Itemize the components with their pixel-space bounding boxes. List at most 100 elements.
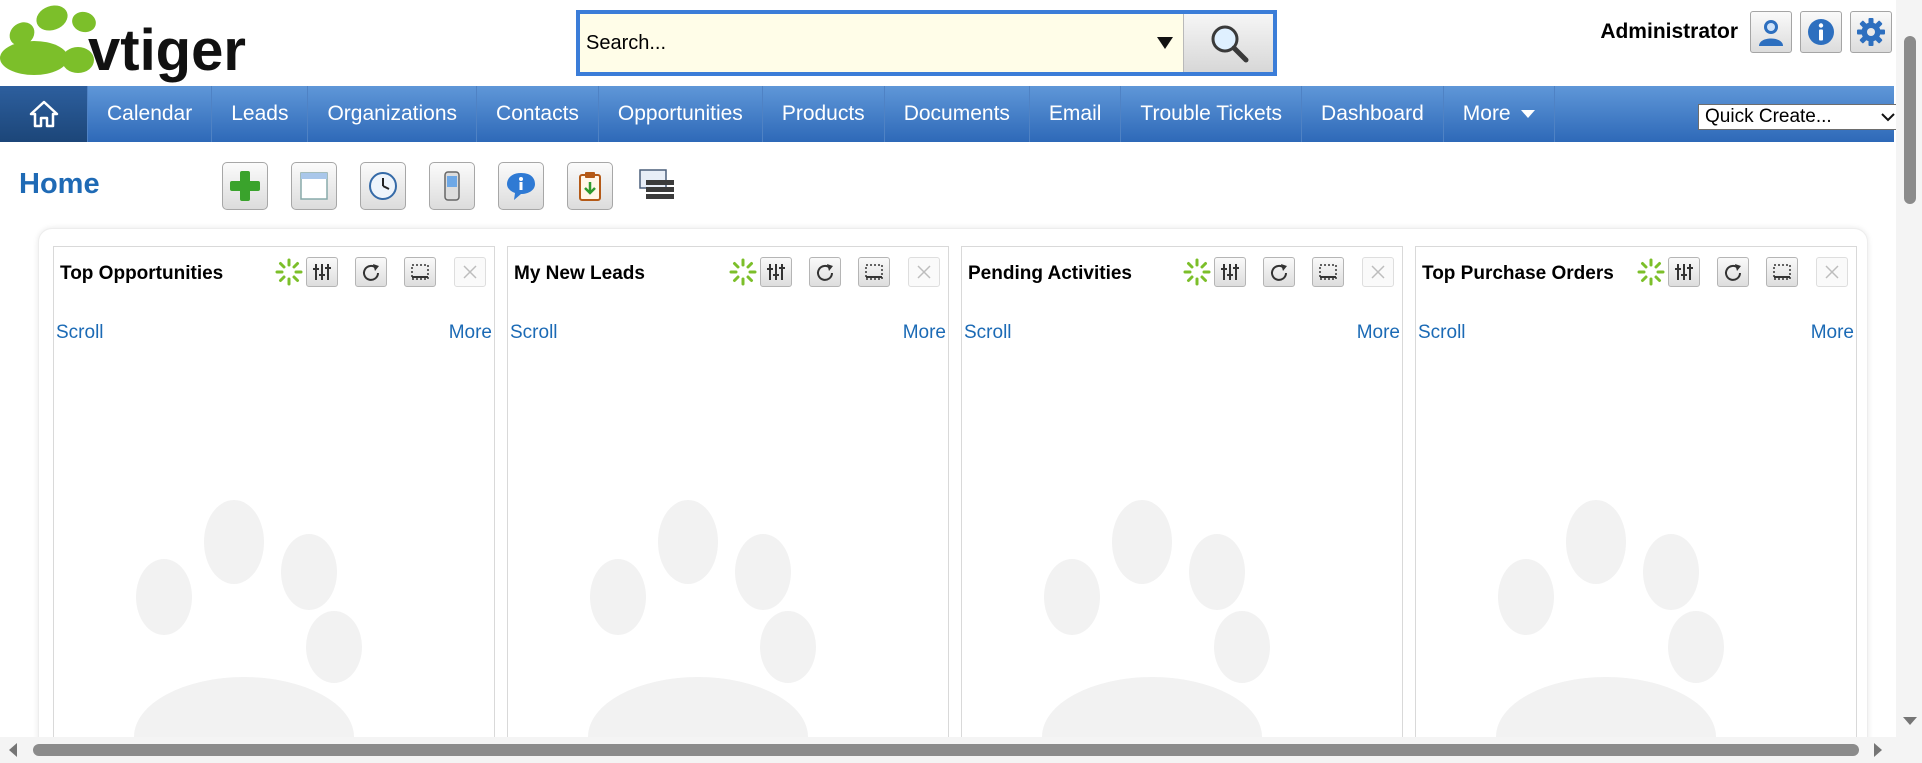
widget-top-purchase-orders: Top Purchase Orders Scroll More: [1415, 246, 1857, 763]
resize-icon: [865, 264, 883, 280]
logo-wordmark: vtiger: [88, 18, 246, 83]
change-layout-button[interactable]: [636, 162, 682, 210]
mobile-device-icon: [444, 171, 460, 201]
nav-more-label: More: [1462, 102, 1511, 125]
widget-settings-button[interactable]: [306, 257, 338, 287]
widget-title: Top Purchase Orders: [1422, 263, 1614, 284]
widget-resize-button[interactable]: [858, 257, 890, 287]
widget-more-link[interactable]: More: [449, 322, 492, 344]
scroll-down-arrow-icon[interactable]: [1903, 717, 1917, 725]
widget-more-link[interactable]: More: [1357, 322, 1400, 344]
quick-create-label: Quick Create...: [1705, 106, 1832, 127]
nav-item-leads[interactable]: Leads: [212, 86, 309, 142]
close-icon: [917, 265, 931, 279]
widget-title: My New Leads: [514, 263, 645, 284]
vertical-scrollbar[interactable]: [1896, 0, 1922, 737]
sliders-icon: [1221, 264, 1239, 280]
notebook-button[interactable]: [498, 162, 544, 210]
widget-close-button[interactable]: [1362, 257, 1394, 287]
refresh-icon: [1271, 264, 1287, 281]
vertical-scroll-thumb[interactable]: [1904, 36, 1916, 204]
search-input[interactable]: [580, 14, 1147, 72]
widget-close-button[interactable]: [908, 257, 940, 287]
page-title: Home: [19, 168, 100, 200]
widget-scroll-link[interactable]: Scroll: [510, 322, 558, 344]
sliders-icon: [313, 264, 331, 280]
widget-toolbar: [1636, 257, 1848, 287]
widget-refresh-button[interactable]: [1263, 257, 1295, 287]
horizontal-scrollbar[interactable]: [0, 737, 1922, 763]
settings-button[interactable]: [1850, 11, 1892, 53]
scroll-left-arrow-icon[interactable]: [9, 743, 17, 757]
widget-my-new-leads: My New Leads Scroll More: [507, 246, 949, 763]
add-call-button[interactable]: [429, 162, 475, 210]
nav-home-button[interactable]: [0, 86, 88, 142]
widget-close-button[interactable]: [1816, 257, 1848, 287]
main-nav-bar: Calendar Leads Organizations Contacts Op…: [0, 86, 1894, 142]
widget-settings-button[interactable]: [1668, 257, 1700, 287]
info-button[interactable]: [1800, 11, 1842, 53]
paw-watermark-icon: [134, 500, 362, 763]
search-module-dropdown[interactable]: [1147, 14, 1183, 72]
widget-scroll-link[interactable]: Scroll: [964, 322, 1012, 344]
widget-refresh-button[interactable]: [1717, 257, 1749, 287]
nav-more-menu[interactable]: More: [1444, 86, 1555, 142]
calendar-window-icon: [300, 172, 328, 200]
widget-more-link[interactable]: More: [1811, 322, 1854, 344]
nav-item-email[interactable]: Email: [1030, 86, 1122, 142]
widget-title: Pending Activities: [968, 263, 1132, 284]
loading-spinner-icon: [274, 257, 304, 287]
user-area: Administrator: [1600, 10, 1892, 54]
widget-top-opportunities: Top Opportunities Scroll More: [53, 246, 495, 763]
layout-list-icon: [639, 169, 674, 199]
resize-icon: [1319, 264, 1337, 280]
close-icon: [1371, 265, 1385, 279]
import-button[interactable]: [567, 162, 613, 210]
global-search: [576, 10, 1277, 76]
quick-create-select[interactable]: Quick Create...: [1698, 104, 1902, 130]
caret-down-icon: [1157, 37, 1173, 49]
home-toolbar: [222, 162, 682, 210]
widget-resize-button[interactable]: [1766, 257, 1798, 287]
widget-settings-button[interactable]: [1214, 257, 1246, 287]
user-profile-icon: [1759, 20, 1783, 46]
user-profile-button[interactable]: [1750, 11, 1792, 53]
resize-icon: [1773, 264, 1791, 280]
widget-scroll-link[interactable]: Scroll: [56, 322, 104, 344]
nav-item-organizations[interactable]: Organizations: [308, 86, 478, 142]
add-window-button[interactable]: [291, 162, 337, 210]
widget-close-button[interactable]: [454, 257, 486, 287]
add-event-button[interactable]: [360, 162, 406, 210]
close-icon: [1825, 265, 1839, 279]
vtiger-logo[interactable]: vtiger: [0, 0, 310, 86]
widget-pending-activities: Pending Activities Scroll More: [961, 246, 1403, 763]
widget-scroll-link[interactable]: Scroll: [1418, 322, 1466, 344]
home-icon: [29, 100, 58, 128]
nav-item-contacts[interactable]: Contacts: [477, 86, 599, 142]
horizontal-scroll-thumb[interactable]: [33, 744, 1859, 756]
nav-item-dashboard[interactable]: Dashboard: [1302, 86, 1444, 142]
scroll-right-arrow-icon[interactable]: [1874, 743, 1882, 757]
widget-more-link[interactable]: More: [903, 322, 946, 344]
add-widget-button[interactable]: [222, 162, 268, 210]
widget-settings-button[interactable]: [760, 257, 792, 287]
widget-toolbar: [274, 257, 486, 287]
widget-refresh-button[interactable]: [809, 257, 841, 287]
chevron-down-icon: [1881, 113, 1895, 122]
user-name[interactable]: Administrator: [1600, 20, 1738, 44]
clipboard-import-icon: [579, 172, 601, 201]
search-button[interactable]: [1183, 14, 1273, 72]
widget-resize-button[interactable]: [404, 257, 436, 287]
nav-item-products[interactable]: Products: [763, 86, 885, 142]
widget-resize-button[interactable]: [1312, 257, 1344, 287]
sliders-icon: [767, 264, 785, 280]
sliders-icon: [1675, 264, 1693, 280]
loading-spinner-icon: [1182, 257, 1212, 287]
nav-item-trouble-tickets[interactable]: Trouble Tickets: [1121, 86, 1303, 142]
widget-refresh-button[interactable]: [355, 257, 387, 287]
nav-item-documents[interactable]: Documents: [885, 86, 1030, 142]
settings-gear-icon: [1857, 18, 1885, 46]
nav-item-calendar[interactable]: Calendar: [88, 86, 213, 142]
loading-spinner-icon: [728, 257, 758, 287]
nav-item-opportunities[interactable]: Opportunities: [599, 86, 763, 142]
